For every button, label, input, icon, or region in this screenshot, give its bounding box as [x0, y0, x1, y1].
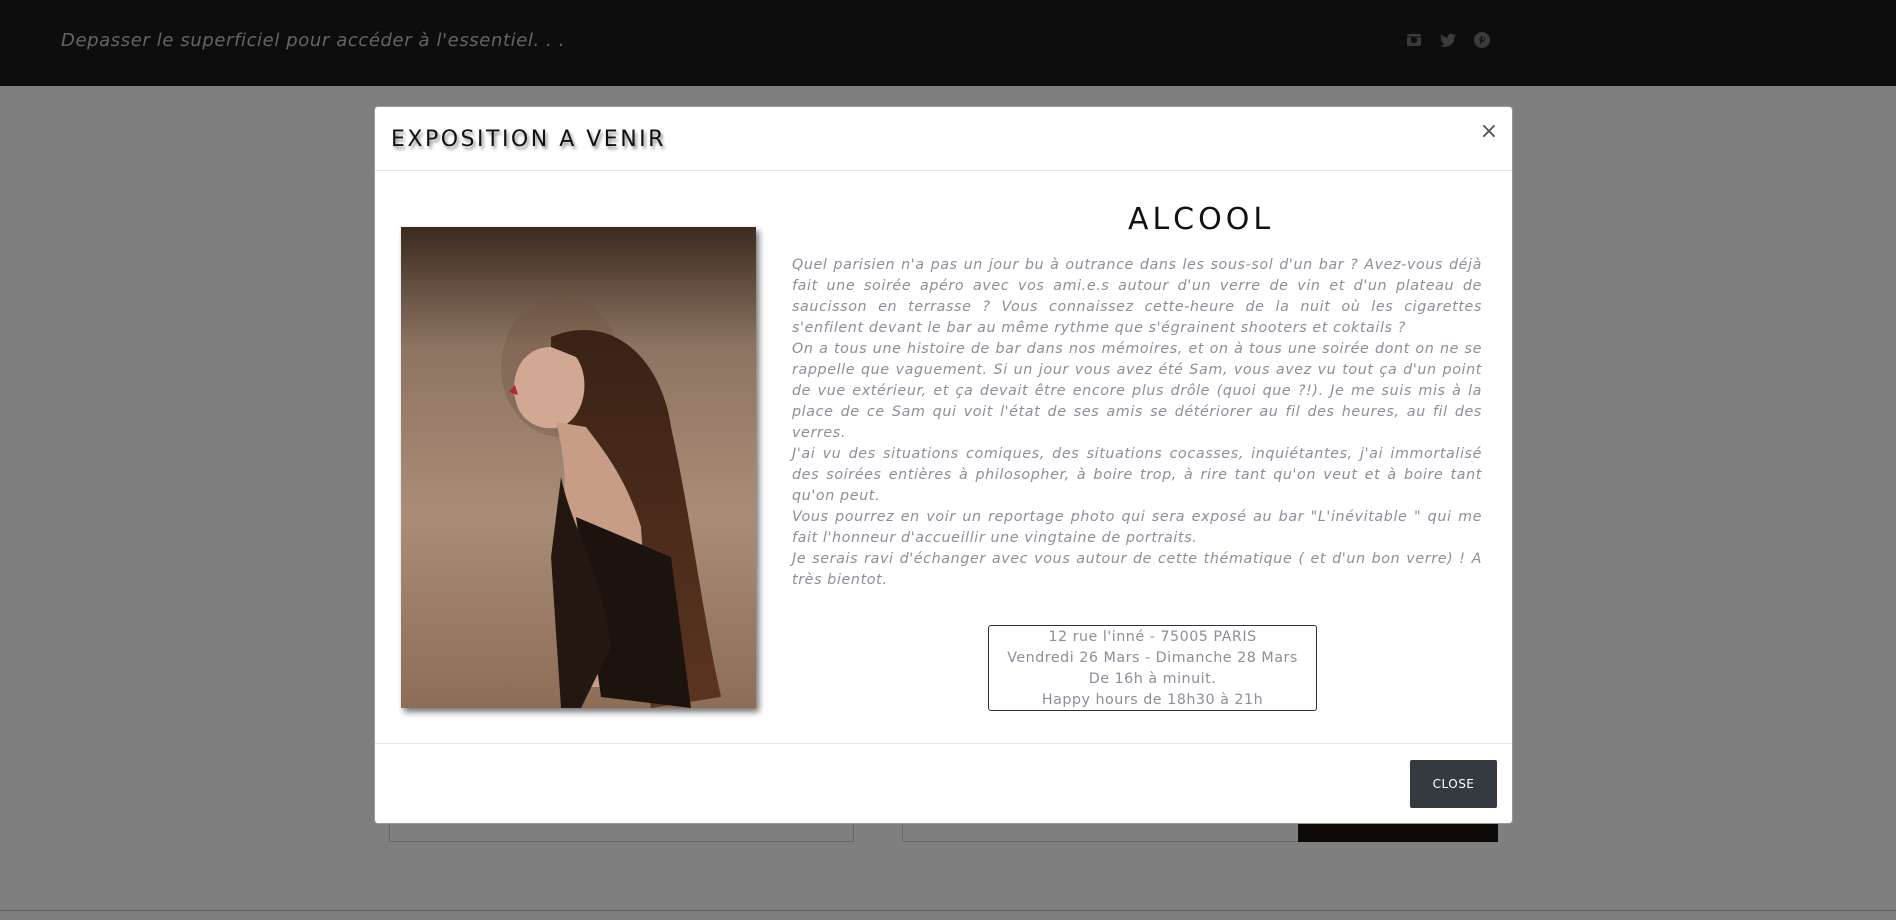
exhibition-happy-hours: Happy hours de 18h30 à 21h	[1041, 692, 1264, 708]
description-paragraph: J'ai vu des situations comiques, des sit…	[792, 446, 1482, 504]
modal-title: EXPOSITION A VENIR	[391, 127, 666, 152]
description-paragraph: Vous pourrez en voir un reportage photo …	[792, 509, 1482, 546]
exhibition-dates: Vendredi 26 Mars - Dimanche 28 Mars	[1007, 650, 1298, 666]
exhibition-title: ALCOOL	[1127, 202, 1275, 237]
exhibition-hours: De 16h à minuit.	[1088, 671, 1217, 687]
exhibition-info-box: 12 rue l'inné - 75005 PARIS Vendredi 26 …	[988, 625, 1317, 711]
modal-header: EXPOSITION A VENIR ×	[375, 107, 1512, 171]
description-paragraph: Je serais ravi d'échanger avec vous auto…	[792, 551, 1482, 588]
modal-footer-divider	[375, 743, 1512, 744]
exhibition-address: 12 rue l'inné - 75005 PARIS	[1048, 629, 1257, 645]
description-paragraph: Quel parisien n'a pas un jour bu à outra…	[792, 257, 1482, 336]
close-icon[interactable]: ×	[1478, 121, 1500, 143]
exhibition-modal: EXPOSITION A VENIR × ALCOOL Quel parisie…	[374, 106, 1513, 824]
exhibition-photo	[401, 227, 756, 708]
description-paragraph: On a tous une histoire de bar dans nos m…	[792, 341, 1482, 441]
exhibition-description: Quel parisien n'a pas un jour bu à outra…	[792, 255, 1482, 591]
close-button[interactable]: CLOSE	[1410, 760, 1497, 808]
